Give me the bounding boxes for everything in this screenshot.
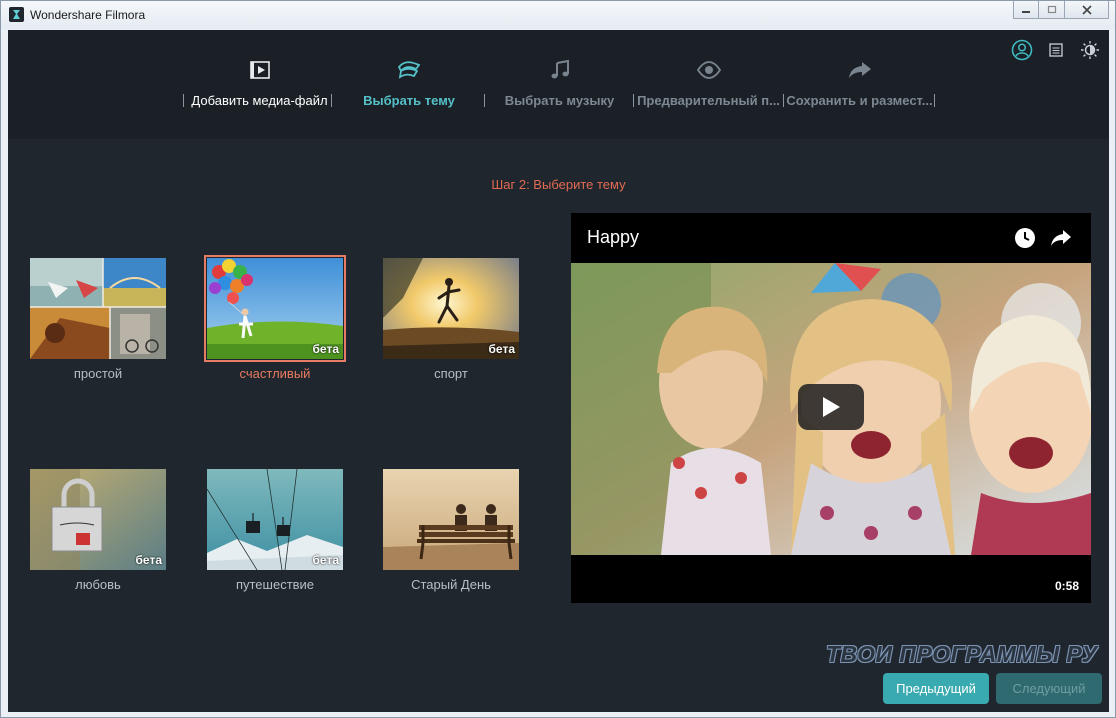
theme-thumbnail: бета: [207, 469, 343, 570]
step-separator: [331, 94, 332, 107]
filmora-logo-icon: [9, 7, 24, 22]
video-title: Happy: [587, 227, 640, 247]
maximize-icon: [1047, 5, 1056, 14]
header-actions: [1011, 39, 1101, 61]
step-add-media[interactable]: Добавить медиа-файл: [185, 30, 334, 139]
beta-badge: бета: [135, 553, 162, 567]
step-label: Сохранить и размест...: [786, 93, 933, 108]
step-label: Выбрать музыку: [504, 93, 615, 108]
theme-simple[interactable]: простой: [30, 258, 166, 381]
theme-label: Старый День: [411, 577, 491, 592]
theme-label: любовь: [75, 577, 121, 592]
music-icon: [547, 58, 573, 82]
step-heading: Шаг 2: Выберите тему: [491, 177, 626, 192]
user-icon: [1011, 39, 1033, 61]
title-bar[interactable]: Wondershare Filmora: [1, 1, 1115, 29]
brightness-icon: [1081, 41, 1099, 59]
brightness-button[interactable]: [1079, 39, 1101, 61]
video-player[interactable]: Happy 0:58: [571, 213, 1091, 603]
app-body: Добавить медиа-файл Выбрать тему Выбрать…: [8, 30, 1109, 712]
theme-old-day[interactable]: Старый День: [383, 469, 519, 592]
step-choose-music[interactable]: Выбрать музыку: [485, 30, 634, 139]
theme-thumbnail: бета: [383, 258, 519, 359]
share-arrow-icon: [1051, 230, 1071, 246]
account-button[interactable]: [1011, 39, 1033, 61]
step-separator: [934, 94, 935, 107]
wizard-header: Добавить медиа-файл Выбрать тему Выбрать…: [8, 30, 1109, 139]
film-icon: [247, 58, 273, 82]
minimize-button[interactable]: [1013, 1, 1039, 19]
window-title: Wondershare Filmora: [30, 8, 146, 22]
video-share-button[interactable]: [1049, 226, 1073, 250]
theme-thumbnail: [30, 258, 166, 359]
theme-love[interactable]: бета любовь: [30, 469, 166, 592]
theme-travel[interactable]: бета путешествие: [207, 469, 343, 592]
previous-button[interactable]: Предыдущий: [883, 673, 989, 704]
beta-badge: бета: [312, 553, 339, 567]
step-label: Выбрать тему: [363, 93, 455, 108]
menu-button[interactable]: [1045, 39, 1067, 61]
close-icon: [1081, 4, 1092, 15]
theme-thumbnail: бета: [30, 469, 166, 570]
step-label: Добавить медиа-файл: [191, 93, 328, 108]
app-window: Wondershare Filmora Добавить медиа-файл: [0, 0, 1116, 718]
theme-label: простой: [73, 366, 123, 381]
play-button[interactable]: [798, 384, 864, 430]
beta-badge: бета: [312, 342, 339, 356]
clock-icon: [1015, 228, 1035, 248]
video-duration: 0:58: [1054, 579, 1079, 593]
play-icon: [823, 397, 840, 417]
step-preview[interactable]: Предварительный п...: [634, 30, 783, 139]
theme-icon: [396, 58, 422, 82]
share-icon: [847, 58, 873, 82]
step-save-share[interactable]: Сохранить и размест...: [785, 30, 934, 139]
maximize-button[interactable]: [1039, 1, 1065, 19]
theme-label: путешествие: [235, 577, 315, 592]
beta-badge: бета: [488, 342, 515, 356]
theme-thumbnail: бета: [204, 255, 346, 362]
eye-icon: [696, 58, 722, 82]
theme-thumbnail: [383, 469, 519, 570]
video-frame[interactable]: [571, 263, 1091, 555]
step-label: Предварительный п...: [637, 93, 780, 108]
watermark-logo: ТВОИ ПРОГРАММЫ РУ: [826, 641, 1098, 667]
minimize-icon: [1022, 10, 1030, 13]
step-separator: [183, 94, 184, 107]
theme-label: счастливый: [239, 366, 311, 381]
theme-sport[interactable]: бета спорт: [383, 258, 519, 381]
next-button[interactable]: Следующий: [996, 673, 1102, 704]
step-separator: [783, 94, 784, 107]
close-button[interactable]: [1065, 1, 1109, 19]
watch-later-button[interactable]: [1013, 226, 1037, 250]
menu-icon: [1049, 43, 1063, 57]
theme-happy[interactable]: бета счастливый: [204, 255, 346, 381]
window-controls: [1013, 1, 1109, 20]
step-choose-theme[interactable]: Выбрать тему: [334, 30, 484, 139]
theme-label: спорт: [434, 366, 468, 381]
